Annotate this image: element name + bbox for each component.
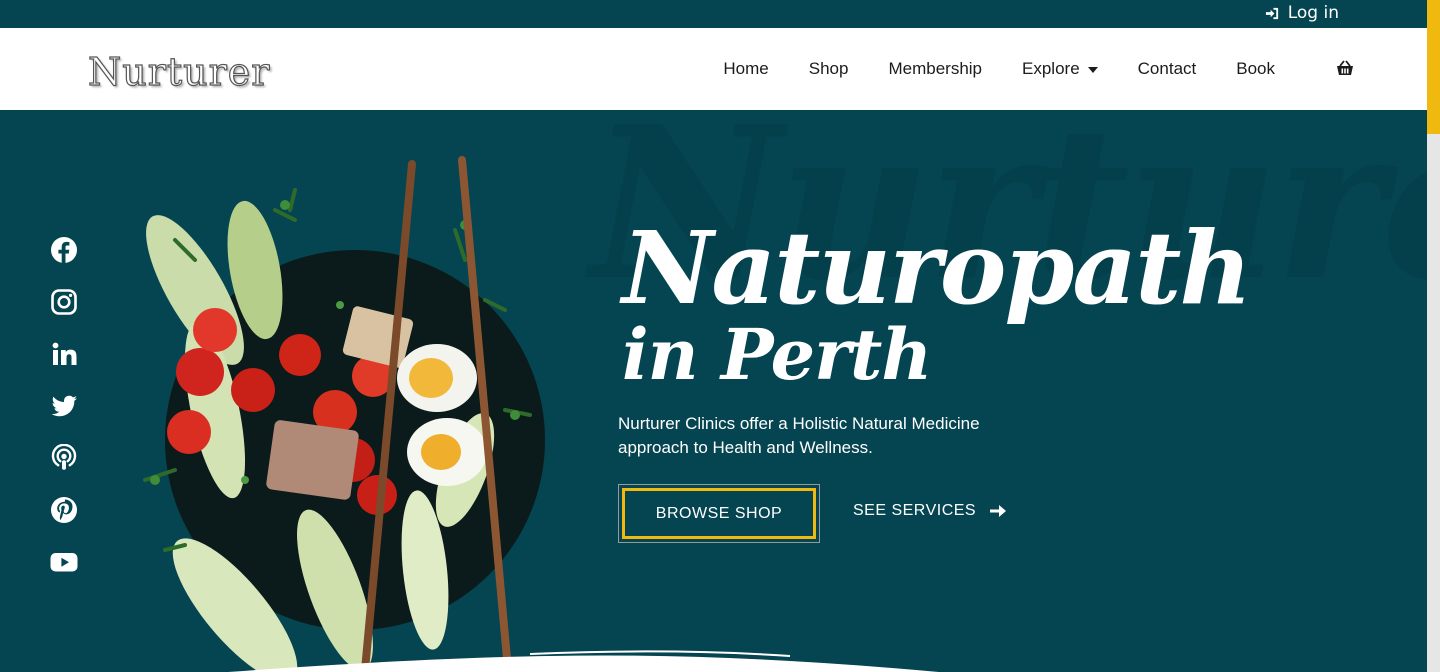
site-logo[interactable]: Nurturer bbox=[87, 42, 286, 98]
brush-stroke-divider bbox=[228, 650, 939, 672]
hero-headline: Naturopath in Perth bbox=[622, 209, 1252, 396]
salad-bowl-image bbox=[143, 156, 545, 672]
social-links bbox=[50, 236, 78, 575]
twitter-icon bbox=[51, 395, 77, 416]
logo-text: Nurturer bbox=[87, 49, 271, 94]
twitter-link[interactable] bbox=[50, 392, 78, 419]
facebook-icon bbox=[51, 236, 77, 264]
facebook-link[interactable] bbox=[50, 236, 78, 264]
hero-title-line2: in Perth bbox=[622, 313, 932, 396]
scrollbar-thumb[interactable] bbox=[1427, 0, 1440, 134]
login-link[interactable]: Log in bbox=[1265, 3, 1339, 23]
arrow-right-icon bbox=[990, 505, 1007, 517]
browse-shop-label: BROWSE SHOP bbox=[622, 488, 816, 539]
nav-membership[interactable]: Membership bbox=[888, 59, 982, 79]
page-scrollbar[interactable] bbox=[1427, 0, 1440, 672]
nav-book[interactable]: Book bbox=[1236, 59, 1275, 79]
hero-title-line1: Naturopath bbox=[622, 209, 1252, 327]
hero-description: Nurturer Clinics offer a Holistic Natura… bbox=[618, 414, 980, 457]
see-services-label: SEE SERVICES bbox=[853, 502, 977, 519]
instagram-icon bbox=[51, 288, 77, 315]
pinterest-icon bbox=[51, 496, 77, 523]
browse-shop-button[interactable]: BROWSE SHOP bbox=[618, 484, 820, 543]
instagram-link[interactable] bbox=[50, 288, 78, 315]
youtube-icon bbox=[50, 552, 78, 571]
caret-down-icon bbox=[1087, 67, 1098, 73]
nav-contact[interactable]: Contact bbox=[1138, 59, 1197, 79]
top-bar: Log in bbox=[0, 0, 1427, 28]
see-services-button[interactable]: SEE SERVICES bbox=[853, 502, 1007, 520]
main-nav: Home Shop Membership Explore Contact Boo… bbox=[723, 28, 1355, 110]
youtube-link[interactable] bbox=[50, 548, 78, 575]
nav-home[interactable]: Home bbox=[723, 59, 768, 79]
podcast-icon bbox=[51, 443, 77, 470]
nav-explore-label: Explore bbox=[1022, 59, 1080, 78]
site-header: Nurturer Home Shop Membership Explore Co… bbox=[0, 28, 1427, 110]
nav-shop[interactable]: Shop bbox=[809, 59, 849, 79]
login-label: Log in bbox=[1287, 3, 1339, 23]
hero-section: Nurturer bbox=[0, 110, 1427, 672]
podcast-link[interactable] bbox=[50, 443, 78, 471]
linkedin-icon bbox=[52, 342, 77, 365]
pinterest-link[interactable] bbox=[50, 496, 78, 523]
sign-in-icon bbox=[1265, 7, 1278, 19]
shopping-basket-icon[interactable] bbox=[1335, 59, 1355, 79]
nav-explore[interactable]: Explore bbox=[1022, 59, 1098, 79]
linkedin-link[interactable] bbox=[50, 340, 78, 367]
